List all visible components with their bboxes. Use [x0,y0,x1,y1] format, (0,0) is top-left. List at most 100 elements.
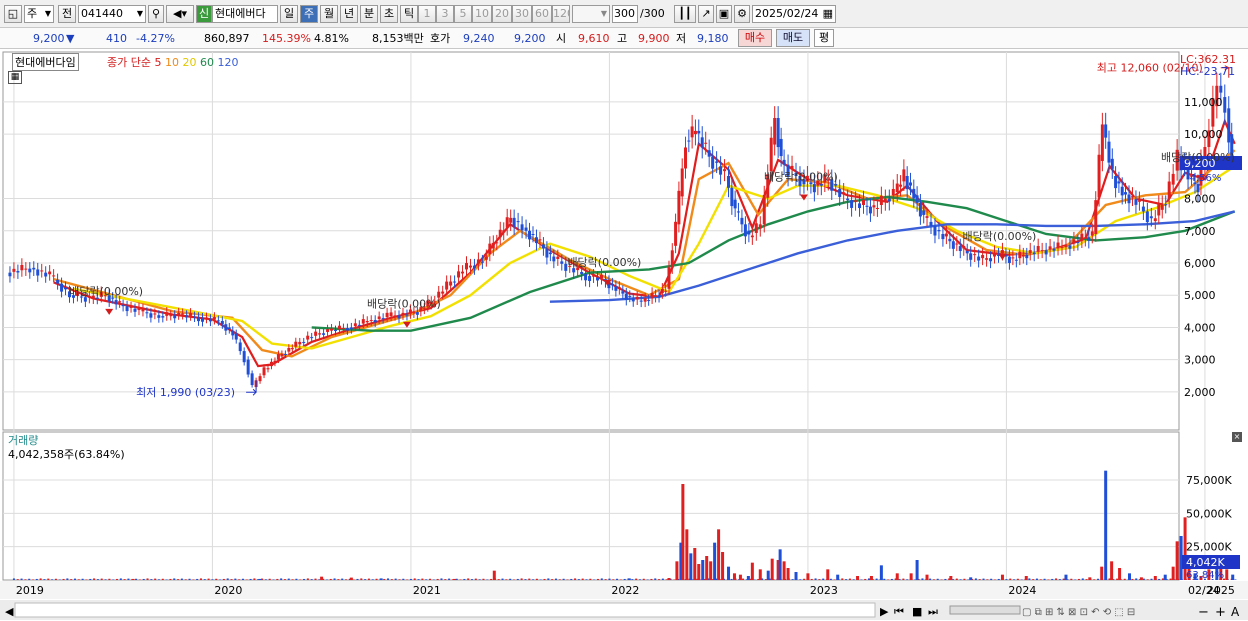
current-volume-pct: 63.84% [1186,570,1224,581]
volume-bar [978,579,981,580]
prev-button[interactable]: 전 [58,5,76,23]
candle-body [548,252,552,255]
minute-20-button[interactable]: 20 [492,5,512,23]
volume-bar [693,548,697,580]
scroll-left-icon[interactable]: ◀ [5,605,14,618]
volume-bar [902,578,905,580]
candle-body [238,342,242,352]
ma5-legend[interactable]: 5 [154,56,161,69]
font-size-icon[interactable]: A [1231,605,1240,619]
candle-body [480,261,484,263]
drawing-tool-icon[interactable]: ↗ [698,5,714,23]
minute-120-button[interactable]: 120 [552,5,570,23]
scroll-track[interactable] [14,602,876,618]
zoom-slider[interactable] [949,605,1021,615]
period-second-tab[interactable]: 초 [380,5,398,23]
period-year-tab[interactable]: 년 [340,5,358,23]
close-icon[interactable]: × [1232,432,1242,442]
step-forward-icon[interactable]: ⏭ [928,605,938,618]
candle-body [1000,250,1004,254]
stock-code-input[interactable]: 041440 ▼ [78,5,146,23]
date-input[interactable]: 2025/02/24 ▦ [752,5,836,23]
candle-body [854,200,858,202]
minute-10-button[interactable]: 10 [472,5,492,23]
stock-name-field[interactable]: 현대에버다 [212,5,278,23]
price-axis: 2,000 3,000 4,000 5,000 6,000 7,000 8,000 10,00… [1184,96,1223,399]
gear-icon[interactable]: ⚙ [734,5,750,23]
volume-bar [188,578,191,580]
volume-bar [661,578,664,580]
volume-bar [142,578,145,580]
candle-body [951,241,955,249]
candle-body [965,250,969,254]
calendar-icon[interactable]: ▦ [823,6,833,22]
x-tick-label: 2019 [16,584,44,597]
candle-body [201,317,204,322]
volume-bar [505,579,508,580]
stop-icon[interactable]: ■ [912,605,922,618]
step-back-icon[interactable]: ⏮ [894,605,904,618]
volume-bar [547,578,550,580]
volume-bar [701,560,705,580]
candle-body [165,312,169,316]
volume-bar [1118,568,1122,580]
volume-bar [627,578,631,580]
custom-period-select[interactable]: ▼ [572,5,610,23]
candle-body [617,287,621,289]
period-day-tab[interactable]: 일 [280,5,298,23]
table-toggle-icon[interactable]: ▦ [8,71,22,84]
volume-bar [764,579,767,580]
volume-bar [721,552,725,580]
low-annotation: 최저 1,990 (03/23) [136,386,235,399]
minute-30-button[interactable]: 30 [512,5,532,23]
period-type-select[interactable]: 주 ▼ [24,5,54,23]
play-icon[interactable]: ▶ [880,605,889,618]
minute-5-button[interactable]: 5 [454,5,472,23]
candle-body [621,291,625,294]
x-tick-label: 2022 [611,584,639,597]
period-week-tab[interactable]: 주 [300,5,318,23]
volume-bar [543,578,546,580]
period-minute-tab[interactable]: 분 [360,5,378,23]
chart-area[interactable]: 2,000 3,000 4,000 5,000 6,000 7,000 8,000 10,00… [0,50,1248,621]
ma120-legend[interactable]: 120 [217,56,238,69]
volume-bar [352,579,355,580]
high-price: 9,900 [638,32,670,45]
minute-60-button[interactable]: 60 [532,5,552,23]
candle-body [330,328,334,331]
high-label: 고 [617,32,628,45]
ma60-legend[interactable]: 60 [200,56,214,69]
volume-bar [1081,578,1084,580]
volume-bar [929,578,932,580]
stock-name-legend[interactable]: 현대에버다임 [12,53,79,71]
period-month-tab[interactable]: 월 [320,5,338,23]
y-tick-label: 6,000 [1184,257,1216,270]
candle-body [895,183,899,193]
minute-1-button[interactable]: 1 [418,5,436,23]
volume-bar [303,578,306,580]
volume-bar [1135,578,1138,580]
ma20-legend[interactable]: 20 [182,56,196,69]
data-count-input[interactable]: 300 [612,5,638,23]
period-tick-tab[interactable]: 틱 [400,5,418,23]
view-tools-icon[interactable]: ▢ ⧉ ⊞ ⇅ ⊠ ⊡ ↶ ⟲ ⬚ ⊟ [1022,607,1135,618]
sound-icon[interactable]: ◀▾ [166,5,194,23]
candle-type-icon[interactable]: ┃┃ [674,5,696,23]
candle-body [677,190,681,225]
ma10-legend[interactable]: 10 [165,56,179,69]
volume-pane[interactable] [2,431,1180,581]
volume-bar [47,578,50,580]
zoom-in-icon[interactable]: + [1215,605,1226,620]
window-menu-icon[interactable]: ◱ [4,5,22,23]
volume-current-value: 4,042,358주(63.84%) [8,448,125,461]
volume-bar [387,578,390,580]
sell-button[interactable]: 매도 [776,29,810,47]
buy-button[interactable]: 매수 [738,29,772,47]
candle-body [1114,176,1118,189]
minute-3-button[interactable]: 3 [436,5,454,23]
zoom-out-icon[interactable]: − [1198,605,1209,620]
save-icon[interactable]: ▣ [716,5,732,23]
evaluate-button[interactable]: 평 [814,29,834,47]
candle-body [287,347,291,352]
search-icon[interactable]: ⚲ [148,5,164,23]
